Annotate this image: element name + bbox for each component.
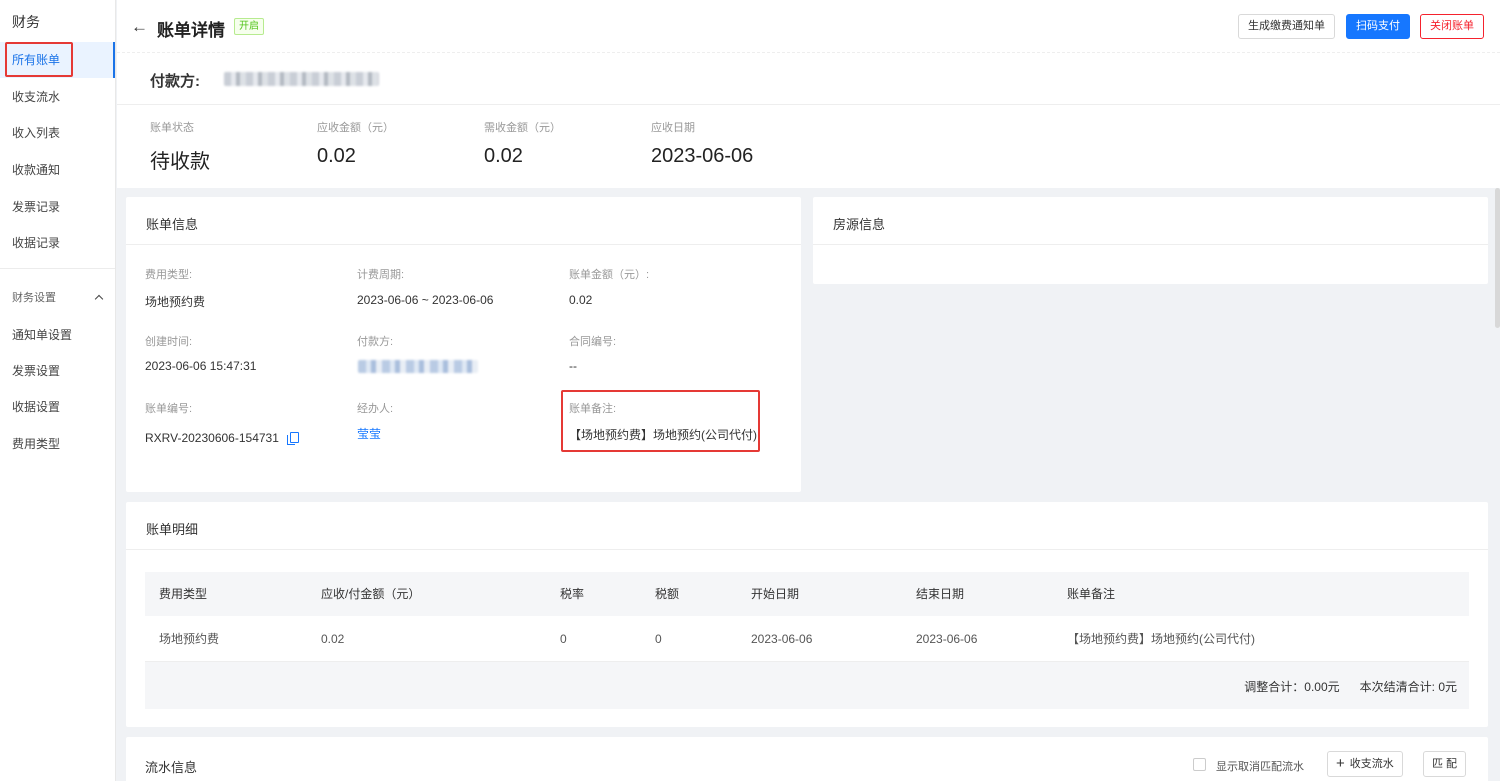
summary-due-date: 应收日期 2023-06-06 [651, 119, 753, 168]
back-arrow-icon[interactable]: ← [131, 17, 148, 37]
bill-no-label: 账单编号: [145, 403, 193, 415]
card-title: 账单信息 [146, 217, 199, 232]
summary-value: 0.02 [484, 145, 523, 167]
bill-no-field: RXRV-20230606-154731 [145, 431, 300, 445]
sidebar: 财务 所有账单 收支流水 收入列表 收款通知 发票记录 收据记录 财务设置 通知… [0, 0, 116, 781]
contract-label: 合同编号: [569, 336, 617, 348]
bill-no-value: RXRV-20230606-154731 [145, 431, 279, 445]
payer-field-label: 付款方: [357, 336, 394, 348]
payer-label: 付款方: [150, 73, 200, 90]
sidebar-item-all-bills[interactable]: 所有账单 [0, 42, 115, 78]
detail-table: 费用类型 应收/付金额（元） 税率 税额 开始日期 结束日期 账单备注 场地预约… [145, 572, 1469, 709]
created-label: 创建时间: [145, 336, 193, 348]
sidebar-item-fee-types[interactable]: 费用类型 [0, 426, 115, 462]
payer-name-redacted [224, 72, 379, 86]
column-header: 开始日期 [751, 587, 800, 601]
sidebar-item-receipt-records[interactable]: 收据记录 [0, 225, 115, 261]
table-header: 费用类型 应收/付金额（元） 税率 税额 开始日期 结束日期 账单备注 [145, 572, 1469, 616]
summary-label: 账单状态 [150, 122, 194, 134]
created-value: 2023-06-06 15:47:31 [145, 359, 257, 373]
table-footer: 调整合计：0.00元 本次结清合计: 0元 [145, 662, 1469, 709]
show-unmatched-checkbox[interactable] [1193, 758, 1206, 771]
summary-label: 需收金额（元） [484, 122, 561, 134]
card-title: 房源信息 [833, 217, 886, 232]
bill-summary: 账单状态 待收款 应收金额（元） 0.02 需收金额（元） 0.02 应收日期 … [117, 104, 1500, 188]
card-title: 账单明细 [146, 522, 199, 537]
period-value: 2023-06-06 ~ 2023-06-06 [357, 293, 494, 307]
card-divider [813, 244, 1488, 245]
adjust-total: 调整合计：0.00元 [1244, 680, 1340, 694]
sidebar-title: 财务 [12, 14, 40, 30]
add-cash-flow-label: 收支流水 [1349, 758, 1394, 770]
column-header: 账单备注 [1067, 587, 1116, 601]
table-totals: 调整合计：0.00元 本次结清合计: 0元 [1224, 678, 1457, 695]
table-cell: 0.02 [321, 632, 345, 646]
card-divider [126, 549, 1488, 550]
period-label: 计费周期: [357, 269, 405, 281]
sidebar-item-invoice-records[interactable]: 发票记录 [0, 189, 115, 225]
sidebar-item-payment-notice[interactable]: 收款通知 [0, 152, 115, 188]
show-unmatched-label: 显示取消匹配流水 [1216, 761, 1304, 773]
status-badge: 开启 [234, 18, 264, 35]
table-cell: 2023-06-06 [916, 632, 978, 646]
column-header: 应收/付金额（元） [321, 587, 421, 601]
payer-value-redacted [358, 360, 478, 373]
handler-link[interactable]: 莹莹 [357, 425, 381, 442]
scan-pay-button[interactable]: 扫码支付 [1346, 14, 1410, 39]
table-cell: 0 [560, 632, 567, 646]
card-title: 流水信息 [145, 760, 198, 775]
sidebar-item-notice-settings[interactable]: 通知单设置 [0, 317, 115, 353]
summary-due: 需收金额（元） 0.02 [484, 119, 561, 168]
fee-type-value: 场地预约费 [145, 295, 206, 309]
table-cell: 0 [655, 632, 662, 646]
table-cell: 【场地预约费】场地预约(公司代付) [1067, 632, 1255, 646]
handler-label: 经办人: [357, 403, 394, 415]
summary-label: 应收金额（元） [317, 122, 394, 134]
column-header: 税额 [655, 587, 680, 601]
copy-icon[interactable] [287, 432, 300, 445]
contract-value: -- [569, 359, 577, 373]
table-cell: 场地预约费 [159, 632, 220, 646]
sidebar-item-receipt-settings[interactable]: 收据设置 [0, 389, 115, 425]
amount-value: 0.02 [569, 293, 593, 307]
table-cell: 2023-06-06 [751, 632, 813, 646]
summary-value: 0.02 [317, 145, 356, 167]
summary-receivable: 应收金额（元） 0.02 [317, 119, 394, 168]
sidebar-item-income-list[interactable]: 收入列表 [0, 115, 115, 151]
bill-detail-card: 账单明细 费用类型 应收/付金额（元） 税率 税额 开始日期 结束日期 账单备注… [126, 502, 1488, 727]
card-divider [126, 244, 801, 245]
summary-label: 应收日期 [651, 122, 695, 134]
flow-info-card: 流水信息 显示取消匹配流水 + 收支流水 匹 配 [126, 737, 1488, 781]
settle-total: 本次结清合计: 0元 [1359, 680, 1457, 694]
bill-info-card: 账单信息 费用类型: 场地预约费 计费周期: 2023-06-06 ~ 2023… [126, 197, 801, 492]
sidebar-divider [0, 268, 115, 269]
header-divider [117, 52, 1500, 53]
fee-type-label: 费用类型: [145, 269, 193, 281]
sidebar-item-cash-flow[interactable]: 收支流水 [0, 79, 115, 115]
column-header: 结束日期 [916, 587, 965, 601]
summary-value: 待收款 [150, 151, 210, 173]
page-scrollbar[interactable] [1495, 188, 1500, 328]
add-cash-flow-button[interactable]: + 收支流水 [1327, 751, 1403, 777]
page-title: 账单详情 [157, 21, 225, 40]
close-bill-button[interactable]: 关闭账单 [1420, 14, 1484, 39]
summary-status: 账单状态 待收款 [150, 119, 210, 174]
house-info-card: 房源信息 [813, 197, 1488, 284]
page-header: ← 账单详情 开启 生成缴费通知单 扫码支付 关闭账单 付款方: [117, 0, 1500, 104]
chevron-up-icon [94, 294, 104, 303]
column-header: 税率 [560, 587, 585, 601]
table-row: 场地预约费 0.02 0 0 2023-06-06 2023-06-06 【场地… [145, 616, 1469, 662]
sidebar-group-label: 财务设置 [12, 292, 56, 304]
sidebar-group-finance-settings[interactable]: 财务设置 [12, 289, 107, 305]
remark-value: 【场地预约费】场地预约(公司代付) [569, 428, 757, 442]
summary-value: 2023-06-06 [651, 145, 754, 167]
plus-icon: + [1336, 755, 1345, 772]
remark-label: 账单备注: [569, 403, 617, 415]
amount-label: 账单金额（元）: [569, 269, 650, 281]
column-header: 费用类型 [159, 587, 208, 601]
sidebar-item-invoice-settings[interactable]: 发票设置 [0, 353, 115, 389]
generate-notice-button[interactable]: 生成缴费通知单 [1238, 14, 1335, 39]
match-button[interactable]: 匹 配 [1423, 751, 1467, 777]
